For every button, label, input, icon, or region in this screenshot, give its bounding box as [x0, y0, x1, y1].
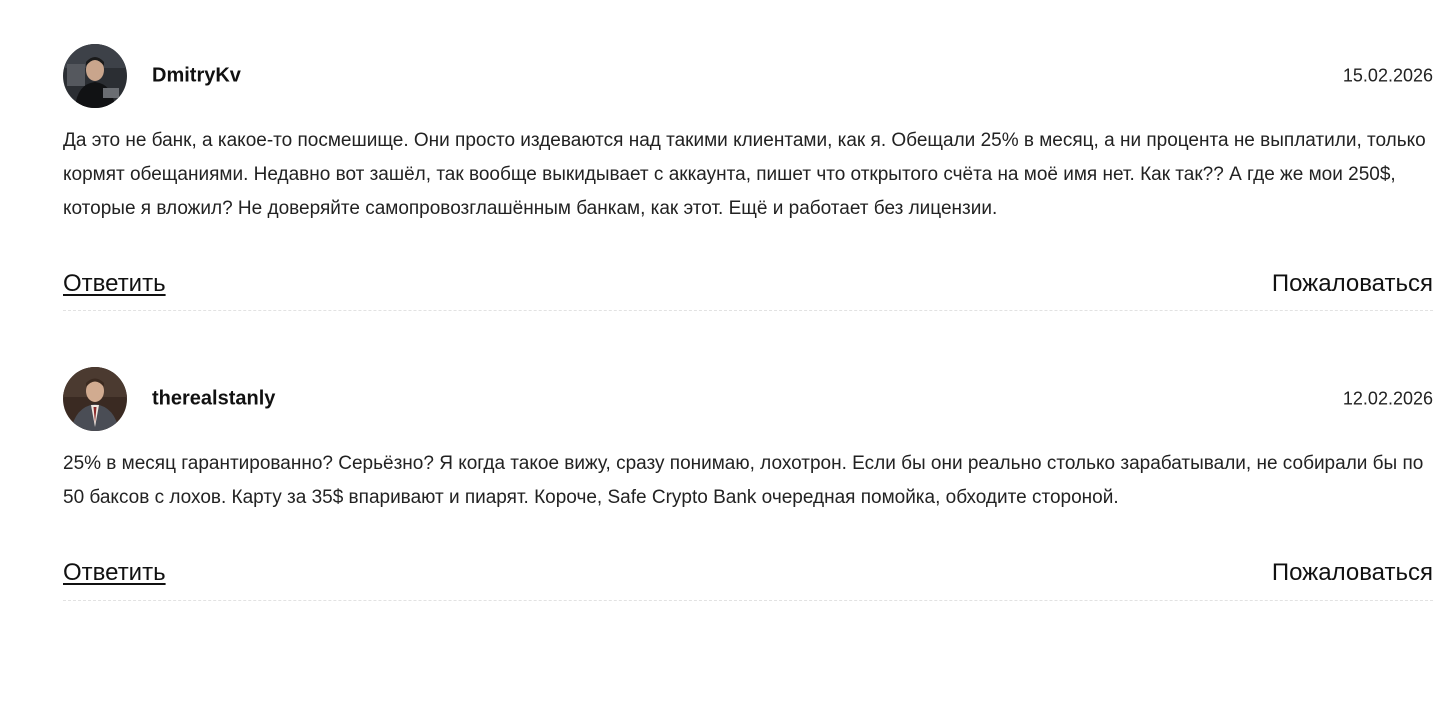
- comment-date: 15.02.2026: [1342, 65, 1433, 86]
- comment-text: 25% в месяц гарантированно? Серьёзно? Я …: [63, 453, 1424, 508]
- user-avatar: [63, 44, 127, 108]
- comment-author: therealstanly: [152, 387, 276, 410]
- comment-item: DmitryKv 15.02.2026 Да это не банк, а ка…: [63, 44, 1433, 311]
- reply-link[interactable]: Ответить: [63, 559, 166, 587]
- avatar-photo-icon: [63, 367, 127, 431]
- comment-item: therealstanly 12.02.2026 25% в месяц гар…: [63, 367, 1433, 601]
- reply-link[interactable]: Ответить: [63, 270, 166, 298]
- report-link[interactable]: Пожаловаться: [1272, 270, 1433, 298]
- comment-text: Да это не банк, а какое-то посмешище. Он…: [63, 130, 1426, 219]
- comment-actions: Ответить Пожаловаться: [63, 559, 1433, 593]
- user-avatar: [63, 367, 127, 431]
- comment-header: DmitryKv 15.02.2026: [63, 44, 1433, 108]
- avatar-photo-icon: [63, 44, 127, 108]
- comments-list: DmitryKv 15.02.2026 Да это не банк, а ка…: [63, 0, 1433, 601]
- report-link[interactable]: Пожаловаться: [1272, 559, 1433, 587]
- comment-date: 12.02.2026: [1342, 388, 1433, 409]
- comment-author: DmitryKv: [152, 64, 241, 87]
- comment-header: therealstanly 12.02.2026: [63, 367, 1433, 431]
- comment-actions: Ответить Пожаловаться: [63, 270, 1433, 304]
